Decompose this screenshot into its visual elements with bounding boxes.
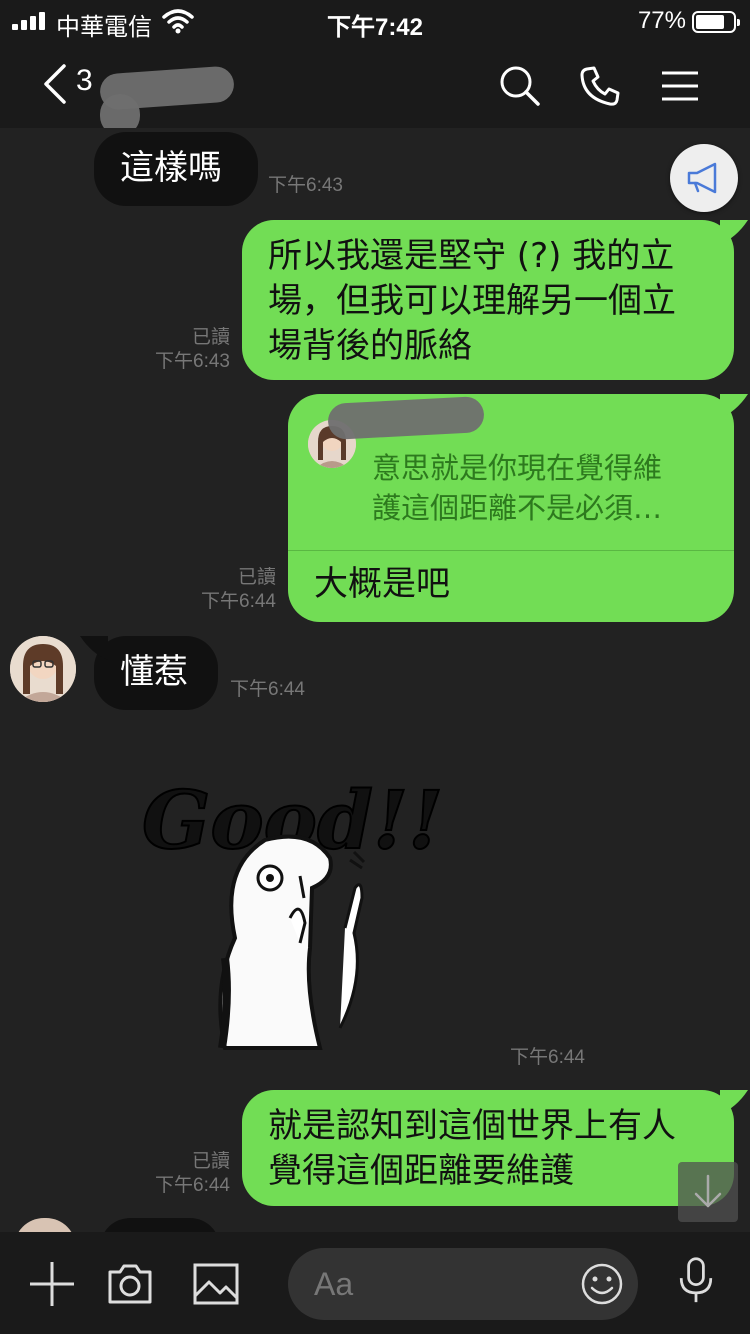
input-toolbar: [0, 1232, 750, 1334]
quoted-line: 意思就是你現在覺得維: [372, 451, 663, 485]
message-text: 這樣嗎: [120, 148, 222, 188]
message-line: 所以我還是堅守 (?) 我的立: [268, 236, 675, 276]
read-receipt: 已讀 下午6:43: [130, 326, 230, 374]
read-receipt: 已讀 下午6:44: [176, 566, 276, 614]
unread-count[interactable]: 3: [76, 64, 93, 98]
message-composer[interactable]: [288, 1248, 638, 1320]
battery-icon: [692, 11, 740, 33]
megaphone-icon: [687, 162, 717, 194]
redacted-quoted-name: [327, 395, 485, 441]
search-icon[interactable]: [498, 64, 542, 108]
message-time: 下午6:43: [155, 351, 230, 372]
bubble-tail: [720, 394, 748, 418]
status-bar: 中華電信 下午7:42 77%: [0, 0, 750, 44]
scroll-to-bottom-button[interactable]: [678, 1162, 738, 1222]
bubble-tail: [80, 636, 108, 660]
message-time: 下午6:44: [230, 679, 305, 700]
message-line: 就是認知到這個世界上有人: [268, 1106, 676, 1146]
message-time: 下午6:44: [510, 1047, 585, 1068]
reply-divider: [288, 550, 734, 551]
reply-message-bubble[interactable]: 意思就是你現在覺得維 護這個距離不是必須… 大概是吧: [288, 394, 734, 622]
message-line: 場背後的脈絡: [268, 326, 472, 366]
read-label: 已讀: [191, 327, 230, 348]
camera-icon[interactable]: [106, 1260, 154, 1308]
chat-header: 3: [0, 44, 750, 136]
sticker-message[interactable]: Good!!: [140, 748, 444, 1058]
message-time: 下午6:44: [201, 591, 276, 612]
quoted-message: 意思就是你現在覺得維 護這個距離不是必須…: [372, 448, 712, 528]
contact-avatar[interactable]: [10, 636, 76, 702]
bubble-tail: [720, 220, 748, 244]
image-icon[interactable]: [192, 1260, 240, 1308]
menu-icon[interactable]: [658, 64, 702, 108]
message-bubble-incoming[interactable]: 這樣嗎: [94, 132, 258, 206]
message-text: 大概是吧: [314, 564, 450, 604]
message-line: 覺得這個距離要維護: [268, 1151, 574, 1191]
read-label: 已讀: [237, 567, 276, 588]
bubble-tail: [720, 1090, 748, 1114]
message-time: 下午6:44: [155, 1175, 230, 1196]
message-bubble-outgoing[interactable]: 所以我還是堅守 (?) 我的立 場，但我可以理解另一個立 場背後的脈絡: [242, 220, 734, 380]
partial-avatar: [14, 1218, 76, 1232]
arrow-down-icon: [694, 1174, 722, 1208]
emoji-icon[interactable]: [580, 1262, 624, 1306]
quoted-line: 護這個距離不是必須…: [372, 491, 663, 525]
chat-area[interactable]: 這樣嗎 下午6:43 所以我還是堅守 (?) 我的立 場，但我可以理解另一個立 …: [0, 128, 750, 1232]
message-time: 下午6:43: [268, 175, 343, 196]
read-label: 已讀: [191, 1151, 230, 1172]
good-fish-sticker-icon: Good!!: [141, 772, 444, 1050]
message-text: 懂惹: [120, 652, 188, 692]
message-bubble-incoming[interactable]: 懂惹: [94, 636, 218, 710]
plus-icon[interactable]: [28, 1260, 76, 1308]
message-input[interactable]: [314, 1262, 554, 1306]
phone-icon[interactable]: [578, 64, 622, 108]
announcement-button[interactable]: [670, 144, 738, 212]
message-bubble-outgoing[interactable]: 就是認知到這個世界上有人 覺得這個距離要維護: [242, 1090, 734, 1206]
read-receipt: 已讀 下午6:44: [130, 1150, 230, 1198]
message-line: 場，但我可以理解另一個立: [268, 281, 676, 321]
partial-bubble: [100, 1218, 220, 1232]
microphone-icon[interactable]: [672, 1256, 720, 1304]
battery-percent: 77%: [637, 7, 686, 34]
